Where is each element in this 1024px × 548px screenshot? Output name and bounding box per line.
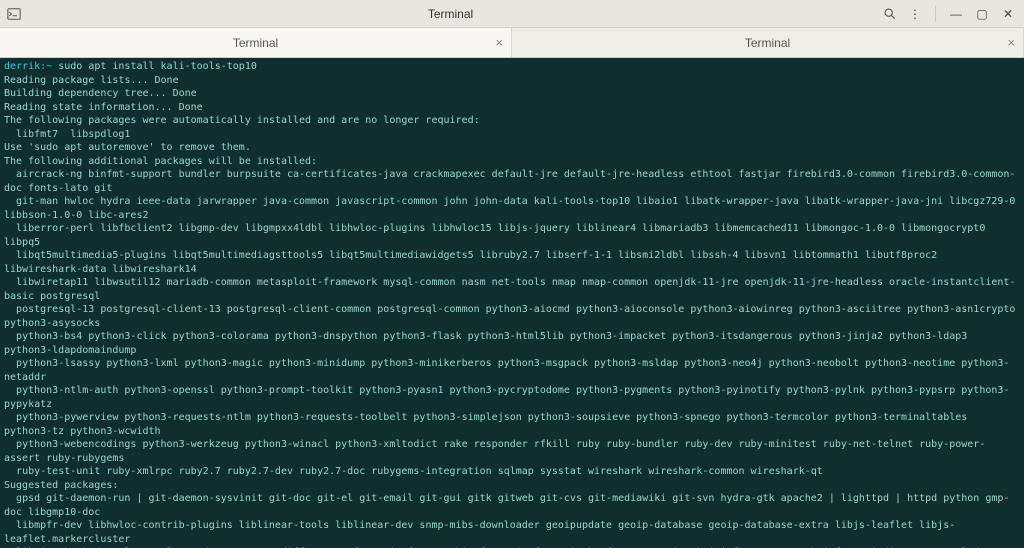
terminal-line: ruby-test-unit ruby-xmlrpc ruby2.7 ruby2…	[4, 465, 1020, 479]
terminal-icon	[6, 6, 22, 22]
terminal-line: libwiretap11 libwsutil12 mariadb-common …	[4, 276, 1020, 303]
terminal-output[interactable]: derrik:~ sudo apt install kali-tools-top…	[0, 58, 1024, 548]
terminal-line: liberror-perl libfbclient2 libgmp-dev li…	[4, 222, 1020, 249]
separator	[935, 6, 936, 22]
terminal-line: Reading state information... Done	[4, 101, 1020, 115]
terminal-line: libfmt7 libspdlog1	[4, 128, 1020, 142]
search-button[interactable]	[879, 4, 899, 24]
terminal-line: The following additional packages will b…	[4, 155, 1020, 169]
terminal-line: libqt5multimedia5-plugins libqt5multimed…	[4, 249, 1020, 276]
terminal-line: Use 'sudo apt autoremove' to remove them…	[4, 141, 1020, 155]
terminal-line: libmpfr-dev libhwloc-contrib-plugins lib…	[4, 519, 1020, 546]
terminal-line: aircrack-ng binfmt-support bundler burps…	[4, 168, 1020, 195]
menu-button[interactable]: ⋮	[905, 4, 925, 24]
minimize-button[interactable]: —	[946, 4, 966, 24]
terminal-line: git-man hwloc hydra ieee-data jarwrapper…	[4, 195, 1020, 222]
tab-terminal-2[interactable]: Terminal ×	[512, 28, 1024, 57]
tab-close-icon[interactable]: ×	[495, 35, 503, 50]
tab-label: Terminal	[233, 36, 278, 50]
terminal-prompt-line: derrik:~ sudo apt install kali-tools-top…	[4, 60, 1020, 74]
terminal-line: postgresql-13 postgresql-client-13 postg…	[4, 303, 1020, 330]
tab-close-icon[interactable]: ×	[1007, 35, 1015, 50]
window-titlebar: Terminal ⋮ — ▢ ✕	[0, 0, 1024, 28]
close-button[interactable]: ✕	[998, 4, 1018, 24]
terminal-line: python3-webencodings python3-werkzeug py…	[4, 438, 1020, 465]
terminal-line: python3-ntlm-auth python3-openssl python…	[4, 384, 1020, 411]
terminal-line: python3-bs4 python3-click python3-colora…	[4, 330, 1020, 357]
tab-terminal-1[interactable]: Terminal ×	[0, 28, 512, 57]
terminal-line: gpsd git-daemon-run | git-daemon-sysvini…	[4, 492, 1020, 519]
terminal-line: python3-pywerview python3-requests-ntlm …	[4, 411, 1020, 438]
terminal-line: Building dependency tree... Done	[4, 87, 1020, 101]
terminal-line: Reading package lists... Done	[4, 74, 1020, 88]
tab-bar: Terminal × Terminal ×	[0, 28, 1024, 58]
terminal-line: python3-lsassy python3-lxml python3-magi…	[4, 357, 1020, 384]
window-controls: ⋮ — ▢ ✕	[879, 4, 1018, 24]
tab-label: Terminal	[745, 36, 790, 50]
terminal-line: The following packages were automaticall…	[4, 114, 1020, 128]
terminal-line: Suggested packages:	[4, 479, 1020, 493]
maximize-button[interactable]: ▢	[972, 4, 992, 24]
window-title: Terminal	[22, 7, 879, 21]
